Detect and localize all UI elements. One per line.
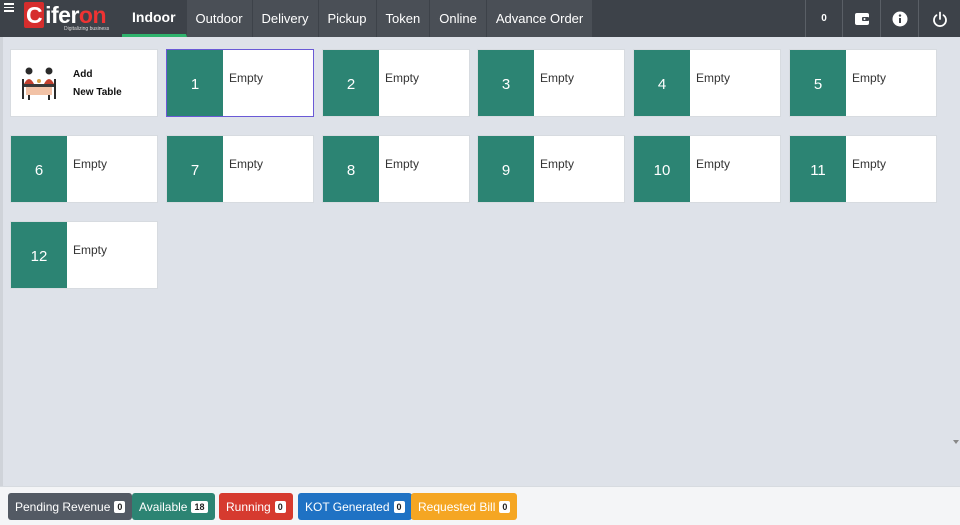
table-number: 4 <box>634 50 690 116</box>
tab-online[interactable]: Online <box>430 0 487 37</box>
hamburger-menu-icon[interactable] <box>4 3 16 13</box>
legend-count: 0 <box>499 500 511 513</box>
legend-label: Running <box>226 499 271 514</box>
logo-tagline: Digitalizing business <box>64 26 110 32</box>
legend-label: Requested Bill <box>418 499 496 514</box>
table-status: Empty <box>852 157 887 171</box>
legend-count: 0 <box>393 500 405 513</box>
table-number: 2 <box>323 50 379 116</box>
table-status: Empty <box>229 157 264 171</box>
tab-pickup[interactable]: Pickup <box>318 0 377 37</box>
add-label-line1: Add <box>73 69 93 80</box>
table-status: Empty <box>540 71 575 85</box>
ciferon-logo[interactable]: Ciferon Digitalizing business <box>24 2 118 33</box>
table-status: Empty <box>385 157 420 171</box>
table-number: 7 <box>167 136 223 202</box>
add-table-label: Add New Table <box>67 50 122 116</box>
legend-count: 0 <box>274 500 286 513</box>
legend-available[interactable]: Available 18 <box>132 493 215 520</box>
toolbar-right: 0 <box>805 0 960 37</box>
left-edge <box>0 37 3 486</box>
power-icon <box>932 11 947 27</box>
table-number: 12 <box>11 222 67 288</box>
table-status: Empty <box>229 71 264 85</box>
table-number: 1 <box>167 50 223 116</box>
legend-running[interactable]: Running 0 <box>219 493 293 520</box>
wallet-button[interactable] <box>842 0 880 37</box>
tab-outdoor[interactable]: Outdoor <box>186 0 253 37</box>
legend-label: Available <box>139 499 188 514</box>
table-card-9[interactable]: 9 Empty <box>477 135 625 203</box>
notification-count[interactable]: 0 <box>805 0 842 37</box>
logo-text: Ciferon <box>24 2 118 28</box>
add-new-table-card[interactable]: Add New Table <box>10 49 158 117</box>
logo-letter: C <box>24 2 45 28</box>
table-card-3[interactable]: 3 Empty <box>477 49 625 117</box>
table-status: Empty <box>696 71 731 85</box>
dining-table-icon <box>11 50 67 116</box>
table-status: Empty <box>696 157 731 171</box>
legend-kot-generated[interactable]: KOT Generated 0 <box>298 493 412 520</box>
add-label-line2: New Table <box>73 87 122 98</box>
table-status: Empty <box>540 157 575 171</box>
logout-button[interactable] <box>918 0 960 37</box>
scroll-down-arrow-icon[interactable] <box>953 440 959 444</box>
table-card-12[interactable]: 12 Empty <box>10 221 158 289</box>
info-icon <box>892 11 907 26</box>
logo-end: on <box>78 2 107 28</box>
table-card-1[interactable]: 1 Empty <box>166 49 314 117</box>
table-card-11[interactable]: 11 Empty <box>789 135 937 203</box>
table-number: 11 <box>790 136 846 202</box>
table-status: Empty <box>73 157 108 171</box>
tab-token[interactable]: Token <box>376 0 431 37</box>
legend-count: 0 <box>114 500 126 513</box>
table-card-4[interactable]: 4 Empty <box>633 49 781 117</box>
table-number: 8 <box>323 136 379 202</box>
wallet-icon <box>854 12 869 25</box>
legend-label: KOT Generated <box>305 499 390 514</box>
legend-pending-revenue[interactable]: Pending Revenue 0 <box>8 493 133 520</box>
table-number: 5 <box>790 50 846 116</box>
table-status: Empty <box>73 243 108 257</box>
table-card-8[interactable]: 8 Empty <box>322 135 470 203</box>
table-status: Empty <box>385 71 420 85</box>
legend-label: Pending Revenue <box>15 499 111 514</box>
table-card-7[interactable]: 7 Empty <box>166 135 314 203</box>
table-number: 3 <box>478 50 534 116</box>
legend-requested-bill[interactable]: Requested Bill 0 <box>411 493 518 520</box>
table-number: 9 <box>478 136 534 202</box>
table-card-10[interactable]: 10 Empty <box>633 135 781 203</box>
table-status: Empty <box>852 71 887 85</box>
tab-indoor[interactable]: Indoor <box>122 0 187 37</box>
table-card-2[interactable]: 2 Empty <box>322 49 470 117</box>
table-card-6[interactable]: 6 Empty <box>10 135 158 203</box>
table-card-5[interactable]: 5 Empty <box>789 49 937 117</box>
logo-middle: ifer <box>45 2 79 28</box>
table-number: 6 <box>11 136 67 202</box>
table-number: 10 <box>634 136 690 202</box>
vertical-scrollbar[interactable] <box>953 37 960 486</box>
order-type-tabs: Indoor Outdoor Delivery Pickup Token Onl… <box>122 0 594 37</box>
legend-count: 18 <box>191 500 208 513</box>
status-legend-bar: Pending Revenue 0 Available 18 Running 0… <box>0 486 960 525</box>
top-navbar: Ciferon Digitalizing business Indoor Out… <box>0 0 960 37</box>
tab-delivery[interactable]: Delivery <box>252 0 319 37</box>
tab-advance-order[interactable]: Advance Order <box>486 0 594 37</box>
info-button[interactable] <box>880 0 918 37</box>
